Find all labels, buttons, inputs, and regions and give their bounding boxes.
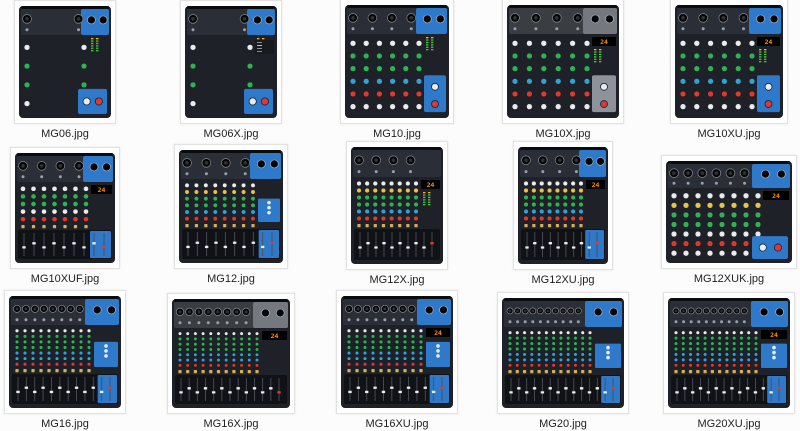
thumbnail-frame: 24 xyxy=(502,0,624,124)
thumbnail-frame: 24 xyxy=(670,0,788,124)
file-name-label: MG16XU.jpg xyxy=(366,417,429,431)
svg-text:24: 24 xyxy=(271,332,279,340)
thumbnail-frame xyxy=(14,0,116,124)
svg-text:24: 24 xyxy=(600,38,608,46)
file-item[interactable]: 24 MG12XU.jpg xyxy=(480,141,646,286)
thumbnail-frame: 24 xyxy=(513,141,613,270)
file-name-label: MG16.jpg xyxy=(41,417,89,431)
file-name-label: MG10.jpg xyxy=(373,127,421,141)
file-item[interactable]: 24 MG16X.jpg xyxy=(148,286,314,431)
file-name-label: MG12X.jpg xyxy=(369,273,424,286)
thumbnail-frame: 24 xyxy=(167,293,295,414)
file-item[interactable]: 24 MG10X.jpg xyxy=(480,0,646,141)
file-item[interactable]: 24 MG10XU.jpg xyxy=(646,0,800,141)
thumbnail-frame xyxy=(497,292,629,414)
file-item[interactable]: MG20.jpg xyxy=(480,286,646,431)
file-item[interactable]: MG16.jpg xyxy=(0,286,148,431)
file-item[interactable]: MG06X.jpg xyxy=(148,0,314,141)
file-item[interactable]: MG12.jpg xyxy=(148,141,314,286)
file-item[interactable]: MG10.jpg xyxy=(314,0,480,141)
file-name-label: MG06.jpg xyxy=(41,127,89,141)
svg-text:24: 24 xyxy=(765,38,773,46)
thumbnail-frame: 24 xyxy=(336,290,458,414)
mixer-thumbnail-image: 24 xyxy=(507,4,619,119)
thumbnail-frame: 24 xyxy=(346,141,448,270)
mixer-thumbnail-image xyxy=(185,5,277,119)
file-name-label: MG20.jpg xyxy=(539,417,587,431)
file-name-label: MG12XUK.jpg xyxy=(694,272,764,286)
mixer-thumbnail-image: 24 xyxy=(518,146,608,265)
file-item[interactable]: MG06.jpg xyxy=(0,0,148,141)
thumbnail-frame xyxy=(180,0,282,124)
file-item[interactable]: 24 MG10XUF.jpg xyxy=(0,141,148,286)
mixer-thumbnail-image xyxy=(345,4,449,119)
mixer-thumbnail-image: 24 xyxy=(15,152,115,264)
thumbnail-frame: 24 xyxy=(661,155,797,269)
file-name-label: MG10X.jpg xyxy=(535,127,590,141)
thumbnail-frame xyxy=(4,290,126,414)
mixer-thumbnail-image: 24 xyxy=(675,4,783,119)
svg-text:24: 24 xyxy=(434,329,442,337)
file-item[interactable]: 24 MG12X.jpg xyxy=(314,141,480,286)
svg-text:24: 24 xyxy=(98,186,106,194)
mixer-thumbnail-image: 24 xyxy=(341,295,453,409)
mixer-thumbnail-image xyxy=(9,295,121,409)
file-item[interactable]: 24 MG12XUK.jpg xyxy=(646,141,800,286)
svg-text:24: 24 xyxy=(427,181,435,189)
svg-text:24: 24 xyxy=(592,181,600,189)
thumbnail-frame xyxy=(174,144,288,269)
file-item[interactable]: 24 MG16XU.jpg xyxy=(314,286,480,431)
mixer-thumbnail-image: 24 xyxy=(351,146,443,265)
mixer-thumbnail-image xyxy=(179,149,283,264)
file-name-label: MG16X.jpg xyxy=(203,417,258,431)
file-name-label: MG20XU.jpg xyxy=(698,417,761,431)
file-name-label: MG10XUF.jpg xyxy=(31,272,99,286)
mixer-thumbnail-image: 24 xyxy=(668,297,790,409)
file-name-label: MG12.jpg xyxy=(207,272,255,286)
svg-text:24: 24 xyxy=(770,331,778,339)
file-name-label: MG12XU.jpg xyxy=(532,273,595,286)
mixer-thumbnail-image: 24 xyxy=(172,298,290,409)
mixer-thumbnail-image xyxy=(502,297,624,409)
file-name-label: MG06X.jpg xyxy=(203,127,258,141)
mixer-thumbnail-image xyxy=(19,5,111,119)
file-item[interactable]: 24 MG20XU.jpg xyxy=(646,286,800,431)
file-grid: MG06.jpg MG06X.jpg MG10.jpg 24 MG10X.jpg 24 MG… xyxy=(0,0,800,431)
mixer-thumbnail-image: 24 xyxy=(666,160,792,264)
svg-text:24: 24 xyxy=(772,192,780,200)
file-name-label: MG10XU.jpg xyxy=(698,127,761,141)
thumbnail-frame: 24 xyxy=(10,147,120,269)
thumbnail-frame: 24 xyxy=(663,292,795,414)
thumbnail-frame xyxy=(340,0,454,124)
